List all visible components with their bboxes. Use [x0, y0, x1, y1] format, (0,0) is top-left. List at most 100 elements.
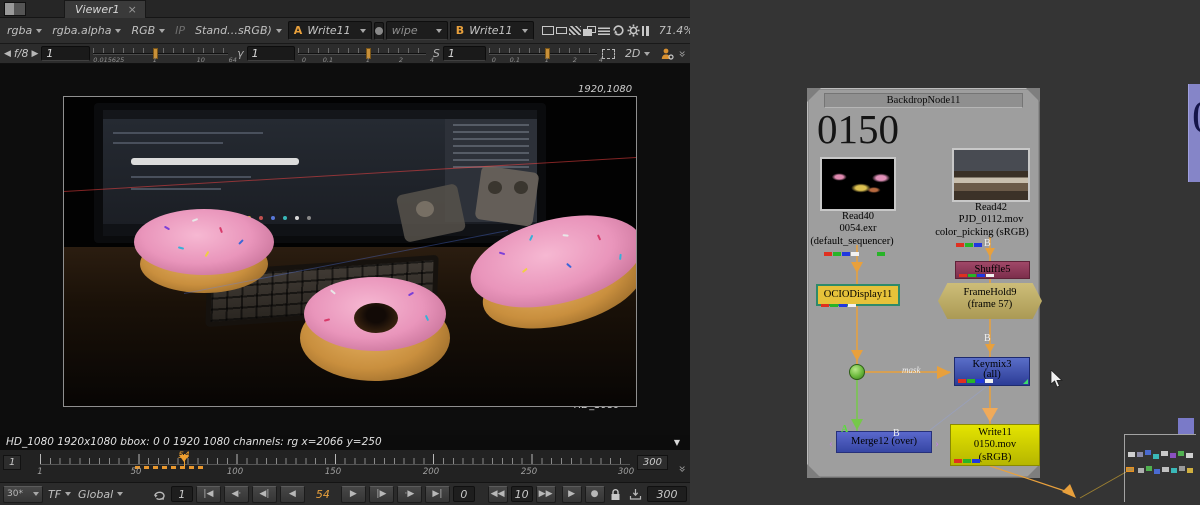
- partial-backdrop[interactable]: 0: [1188, 84, 1200, 182]
- play-backward-button[interactable]: ◀: [280, 486, 305, 503]
- jump-forward-button[interactable]: ▶▶: [536, 486, 556, 503]
- caret-down-icon: [522, 29, 528, 33]
- fps-dropdown[interactable]: 30*: [3, 486, 43, 503]
- donut-left: [134, 209, 274, 295]
- distant-node-cluster[interactable]: [1120, 428, 1200, 505]
- alpha-dropdown[interactable]: rgba.alpha: [48, 22, 125, 39]
- minimap-viewport-corner: [1124, 434, 1196, 502]
- saturation-input[interactable]: 1: [443, 46, 486, 61]
- display-channel-dropdown[interactable]: RGB: [127, 22, 169, 39]
- node-read42[interactable]: Read42 PJD_0112.mov color_picking (sRGB): [952, 148, 1030, 239]
- range-start-field[interactable]: 1: [3, 455, 21, 470]
- node-file: 0054.exr: [820, 223, 896, 235]
- viewer-canvas[interactable]: 1920,1080 HD_1080: [0, 64, 690, 435]
- node-indicator: [1023, 379, 1028, 384]
- node-keymix3[interactable]: Keymix3 (all): [954, 357, 1030, 386]
- out-point-field[interactable]: 0: [453, 486, 475, 502]
- a-source-dropdown[interactable]: A Write11: [288, 21, 372, 40]
- gamma-input[interactable]: 1: [247, 46, 295, 61]
- nuke-window: Viewer1 × rgba rgba.alpha RGB IP Stand…sR…: [0, 0, 1200, 505]
- input-process-toggle[interactable]: IP: [171, 22, 189, 39]
- play-button[interactable]: ▶: [341, 486, 366, 503]
- flipbook-button[interactable]: ▶: [562, 486, 582, 503]
- gate-display-icon[interactable]: [542, 22, 554, 40]
- goto-start-button[interactable]: |◀: [196, 486, 221, 503]
- node-graph-panel[interactable]: BackdropNode11 0150: [690, 0, 1200, 505]
- channel-strip: [954, 459, 980, 463]
- viewer-toolbar: rgba rgba.alpha RGB IP Stand…sRGB) A Wri…: [0, 18, 690, 44]
- b-source-dropdown[interactable]: B Write11: [450, 21, 534, 40]
- viewer-panel: Viewer1 × rgba rgba.alpha RGB IP Stand…sR…: [0, 0, 690, 505]
- jump-back-button[interactable]: ◀◀: [488, 486, 508, 503]
- step-forward-button[interactable]: |▶: [369, 486, 394, 503]
- fstop-up-icon[interactable]: ▶: [32, 49, 39, 59]
- viewer-status-bar: HD_1080 1920x1080 bbox: 0 0 1920 1080 ch…: [0, 435, 690, 450]
- loop-mode-icon[interactable]: [151, 485, 168, 503]
- node-merge12[interactable]: Merge12 (over) ‹ ›: [836, 431, 932, 453]
- in-point-field[interactable]: 1: [171, 486, 193, 502]
- next-keyframe-button[interactable]: ·▶: [397, 486, 422, 503]
- range-end-field[interactable]: 300: [637, 455, 668, 470]
- channel-strip: [824, 252, 885, 256]
- saturation-slider[interactable]: 0 0.1 1 2 4: [489, 46, 597, 62]
- node-write11[interactable]: Write11 0150.mov (sRGB): [950, 424, 1040, 466]
- channels-dropdown[interactable]: rgba: [3, 22, 46, 39]
- overlay-windows-icon[interactable]: [583, 22, 596, 40]
- node-note: (frame 57): [938, 299, 1042, 311]
- read40-thumbnail: [820, 157, 896, 211]
- timeline-more-icon[interactable]: »: [675, 465, 689, 472]
- node-label: Read42: [952, 202, 1030, 214]
- channel-strip: [956, 243, 982, 247]
- more-controls-icon[interactable]: »: [675, 50, 689, 57]
- frame-range-dropdown[interactable]: Global: [76, 488, 125, 501]
- node-note: color_picking (sRGB): [934, 227, 1030, 239]
- collapse-icon[interactable]: ▼: [674, 438, 680, 447]
- wipe-center-toggle[interactable]: [374, 22, 384, 40]
- step-back-button[interactable]: ◀|: [252, 486, 277, 503]
- frame-increment-field[interactable]: 10: [511, 486, 533, 502]
- record-button[interactable]: ●: [585, 486, 605, 503]
- fstop-down-icon[interactable]: ◀: [4, 49, 11, 59]
- scanline-icon[interactable]: [598, 22, 610, 40]
- refresh-icon[interactable]: [612, 22, 625, 40]
- prop-mold: [475, 165, 540, 227]
- read42-thumbnail: [952, 148, 1030, 202]
- channel-strip: [821, 304, 856, 307]
- gear-icon[interactable]: [627, 22, 640, 40]
- pane-split-icon[interactable]: [4, 2, 26, 16]
- gamma-slider[interactable]: 0 0.1 1 2 4: [298, 46, 426, 62]
- pause-icon[interactable]: [642, 22, 649, 40]
- a-wire-label: A: [841, 424, 848, 435]
- partial-backdrop-label: 0: [1192, 90, 1200, 143]
- node-framehold9[interactable]: FrameHold9 (frame 57): [938, 283, 1042, 319]
- export-range-icon[interactable]: [627, 485, 644, 503]
- node-shuffle5[interactable]: Shuffle5: [955, 261, 1030, 279]
- caret-down-icon: [33, 492, 39, 496]
- lock-range-icon[interactable]: [608, 485, 625, 503]
- view-mode-dropdown[interactable]: 2D: [621, 45, 654, 62]
- timeline-ruler[interactable]: 54 1 50 100 150 200 250 300: [40, 454, 630, 480]
- gain-slider[interactable]: 0.015625 1 10 64: [93, 46, 228, 62]
- colorspace-dropdown[interactable]: Stand…sRGB): [191, 22, 286, 39]
- tab-viewer1[interactable]: Viewer1 ×: [64, 0, 146, 18]
- timeline-filter-dropdown[interactable]: TF: [46, 488, 73, 501]
- close-icon[interactable]: ×: [128, 3, 137, 16]
- node-read40[interactable]: Read40 0054.exr (default_sequencer): [820, 157, 896, 248]
- node-dot[interactable]: [849, 364, 865, 380]
- playback-end-field[interactable]: 300: [647, 486, 687, 502]
- wipe-mode-dropdown[interactable]: wipe: [386, 21, 448, 40]
- gain-input[interactable]: 1: [41, 46, 89, 61]
- resolution-overlay: 1920,1080: [578, 84, 632, 95]
- tab-label: Viewer1: [75, 3, 120, 16]
- timeline[interactable]: 1 54 1 50 100 150 200 250 300 300 »: [0, 450, 690, 483]
- fstop-label: f/8: [14, 47, 29, 60]
- goto-end-button[interactable]: ▶|: [425, 486, 450, 503]
- zebra-stripes-icon[interactable]: [569, 22, 581, 40]
- node-ociodisplay11[interactable]: OCIODisplay11: [816, 284, 900, 306]
- prop-hole: [488, 181, 502, 194]
- person-gear-icon[interactable]: [657, 45, 675, 63]
- input-chevron-left-icon: ‹: [829, 434, 833, 453]
- current-frame-field[interactable]: 54: [308, 486, 338, 502]
- prev-keyframe-button[interactable]: ◀·: [224, 486, 249, 503]
- format-mask-icon[interactable]: [556, 22, 567, 40]
